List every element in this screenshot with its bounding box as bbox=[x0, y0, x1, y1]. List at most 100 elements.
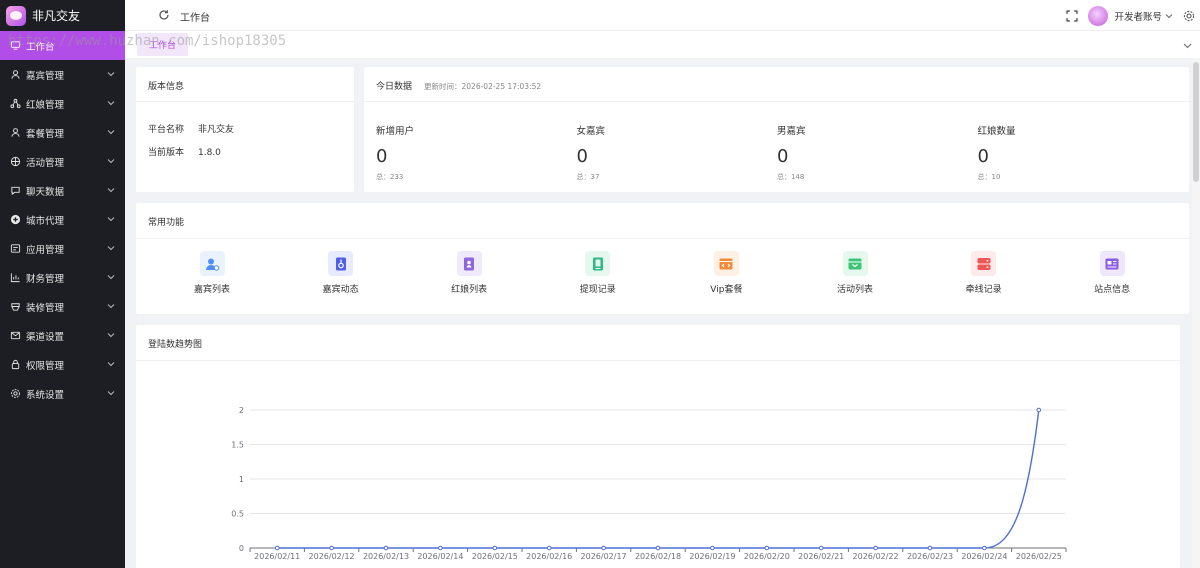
shortcut-book[interactable]: 红娘列表 bbox=[429, 251, 509, 295]
stat-label: 女嘉宾 bbox=[576, 126, 606, 137]
sidebar-item-9[interactable]: 装修管理 bbox=[0, 292, 125, 321]
y-tick-label: 0 bbox=[239, 544, 244, 553]
scrollbar[interactable] bbox=[1192, 58, 1200, 568]
gear-icon[interactable] bbox=[1183, 10, 1195, 22]
chevron-down-icon bbox=[107, 275, 115, 280]
today-card: 今日数据 更新时间：2026-02-25 17:03:52 新增用户 0 总：2… bbox=[364, 67, 1189, 192]
x-tick-label: 2026/02/18 bbox=[635, 552, 681, 561]
sidebar-item-7[interactable]: 应用管理 bbox=[0, 234, 125, 263]
chevron-down-icon bbox=[107, 246, 115, 251]
data-point bbox=[438, 545, 443, 551]
user-icon bbox=[10, 127, 21, 138]
x-tick-label: 2026/02/23 bbox=[907, 552, 953, 561]
stat-value: 0 bbox=[977, 146, 989, 167]
sidebar-item-12[interactable]: 系统设置 bbox=[0, 379, 125, 408]
chevron-down-icon[interactable] bbox=[1165, 12, 1173, 20]
chat-icon bbox=[10, 185, 21, 196]
brand: 非凡交友 bbox=[0, 0, 125, 31]
shortcut-label: 提现记录 bbox=[579, 285, 616, 295]
scrollbar-thumb[interactable] bbox=[1193, 62, 1199, 182]
data-point bbox=[329, 545, 334, 551]
sidebar-item-label: 应用管理 bbox=[26, 244, 65, 256]
stat-value: 0 bbox=[376, 146, 388, 167]
sidebar-item-label: 套餐管理 bbox=[26, 128, 65, 140]
data-point bbox=[764, 545, 770, 551]
chevron-down-icon bbox=[107, 159, 115, 164]
data-point bbox=[383, 545, 389, 551]
data-point bbox=[492, 545, 498, 551]
x-tick-label: 2026/02/16 bbox=[526, 552, 572, 561]
refresh-icon[interactable] bbox=[158, 9, 170, 21]
box-icon bbox=[842, 251, 868, 276]
data-point bbox=[927, 545, 933, 551]
fullscreen-icon[interactable] bbox=[1066, 9, 1079, 22]
shortcut-badge[interactable]: 嘉宾动态 bbox=[301, 251, 381, 295]
user-icon bbox=[10, 69, 21, 80]
sidebar-item-10[interactable]: 渠道设置 bbox=[0, 321, 125, 350]
shortcut-user-list[interactable]: 嘉宾列表 bbox=[172, 251, 252, 295]
stat-value: 0 bbox=[576, 146, 588, 167]
sidebar-item-3[interactable]: 套餐管理 bbox=[0, 118, 125, 147]
shortcut-code[interactable]: Vip套餐 bbox=[686, 251, 766, 295]
app-logo bbox=[6, 5, 26, 26]
x-tick-label: 2026/02/20 bbox=[744, 552, 790, 561]
x-tick-label: 2026/02/11 bbox=[254, 552, 300, 561]
version-card: 版本信息 平台名称 非凡交友 当前版本 1.8.0 bbox=[136, 67, 354, 192]
data-point bbox=[982, 545, 987, 551]
chevron-down-icon bbox=[107, 130, 115, 135]
shortcut-server[interactable]: 牵线记录 bbox=[944, 251, 1024, 295]
avatar[interactable] bbox=[1088, 5, 1109, 26]
sidebar-item-label: 渠道设置 bbox=[26, 331, 65, 343]
plus-circle-icon bbox=[10, 214, 21, 225]
sidebar-item-5[interactable]: 聊天数据 bbox=[0, 176, 125, 205]
shortcut-label: 站点信息 bbox=[1094, 285, 1131, 295]
data-point bbox=[274, 545, 280, 551]
sidebar-item-4[interactable]: 活动管理 bbox=[0, 147, 125, 176]
card-title: 常用功能 bbox=[148, 218, 185, 228]
sidebar-item-0[interactable]: 工作台 bbox=[0, 31, 125, 60]
chevron-down-icon bbox=[107, 188, 115, 193]
breadcrumb[interactable]: 工作台 bbox=[180, 9, 210, 24]
sidebar-item-label: 城市代理 bbox=[26, 215, 65, 227]
shortcut-label: 嘉宾动态 bbox=[322, 285, 359, 295]
sidebar-item-label: 权限管理 bbox=[26, 360, 65, 372]
monitor-icon bbox=[10, 40, 21, 51]
app-name: 非凡交友 bbox=[32, 9, 81, 23]
badge-icon bbox=[328, 251, 354, 276]
chevron-down-icon[interactable] bbox=[1183, 41, 1192, 50]
x-tick-label: 2026/02/24 bbox=[961, 552, 1007, 561]
y-tick-label: 1 bbox=[239, 475, 244, 484]
stat-label: 新增用户 bbox=[376, 126, 415, 137]
stat-total: 总：233 bbox=[376, 173, 404, 181]
tags-bar: 工作台 bbox=[125, 31, 1200, 58]
chevron-down-icon bbox=[107, 72, 115, 77]
label: 平台名称 bbox=[148, 125, 185, 135]
sidebar-item-label: 活动管理 bbox=[26, 157, 65, 169]
data-point bbox=[601, 545, 606, 551]
sidebar-item-11[interactable]: 权限管理 bbox=[0, 350, 125, 379]
shortcut-label: 嘉宾列表 bbox=[193, 285, 230, 295]
stat-label: 红娘数量 bbox=[977, 126, 1016, 137]
x-tick-label: 2026/02/19 bbox=[689, 552, 735, 561]
sidebar-item-8[interactable]: 财务管理 bbox=[0, 263, 125, 292]
account-name[interactable]: 开发者账号 bbox=[1114, 9, 1162, 23]
value: 非凡交友 bbox=[198, 125, 235, 135]
shortcut-box[interactable]: 活动列表 bbox=[815, 251, 895, 295]
sidebar-item-2[interactable]: 红娘管理 bbox=[0, 89, 125, 118]
update-time: 更新时间：2026-02-25 17:03:52 bbox=[424, 82, 542, 91]
shortcut-label: 红娘列表 bbox=[451, 285, 488, 295]
shortcut-card[interactable]: 站点信息 bbox=[1072, 251, 1152, 295]
stat-total: 总：10 bbox=[977, 173, 1001, 181]
sidebar-item-1[interactable]: 嘉宾管理 bbox=[0, 60, 125, 89]
x-tick-label: 2026/02/15 bbox=[472, 552, 518, 561]
login-trend-chart: 0 0.5 1 1.5 2 2026/02/11 2026/02/12 2026/02/13 2… bbox=[231, 406, 1067, 561]
stat-block: 红娘数量 0 总：10 bbox=[978, 123, 1178, 182]
globe-icon bbox=[10, 156, 21, 167]
shortcut-doc[interactable]: 提现记录 bbox=[558, 251, 638, 295]
sidebar-item-label: 聊天数据 bbox=[26, 186, 65, 198]
mail-icon bbox=[10, 330, 21, 341]
sidebar-item-6[interactable]: 城市代理 bbox=[0, 205, 125, 234]
shortcut-label: 牵线记录 bbox=[965, 285, 1002, 295]
shortcut-label: 活动列表 bbox=[836, 285, 873, 295]
tag-workbench[interactable]: 工作台 bbox=[137, 33, 188, 56]
